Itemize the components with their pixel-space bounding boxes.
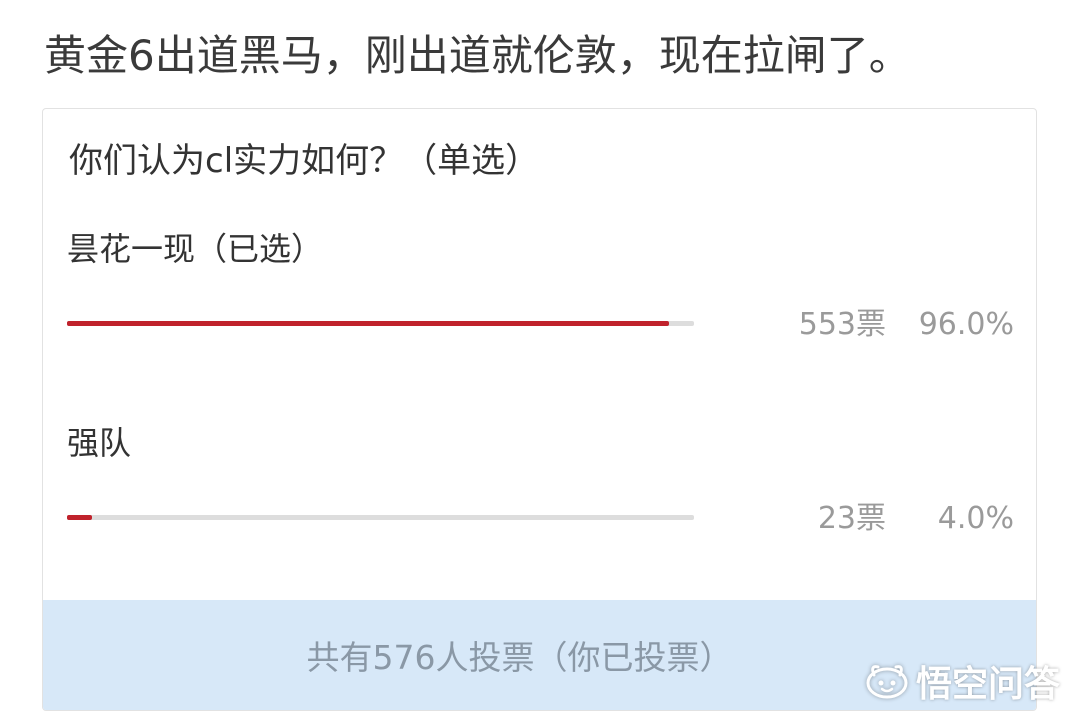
watermark-text: 悟空问答	[915, 664, 1060, 705]
poll-card: 你们认为cl实力如何？（单选） 昙花一现（已选） 553票 96.0% 强队 23…	[42, 108, 1037, 711]
poll-question: 你们认为cl实力如何？（单选）	[69, 141, 540, 181]
vote-percent: 96.0%	[918, 307, 1014, 342]
wukong-logo-icon	[866, 665, 908, 699]
poll-total-votes: 共有576人投票（你已投票）	[306, 638, 733, 677]
vote-bar-fill	[67, 515, 92, 520]
vote-stats: 23票 4.0%	[818, 499, 1014, 539]
poll-option-1[interactable]: 昙花一现（已选） 553票 96.0%	[43, 227, 1036, 397]
poll-option-2[interactable]: 强队 23票 4.0%	[43, 421, 1036, 591]
vote-bar-track	[67, 321, 694, 326]
vote-stats: 553票 96.0%	[799, 305, 1014, 345]
poll-option-label: 昙花一现（已选）	[67, 230, 324, 268]
vote-count: 553票	[798, 307, 886, 342]
post-title: 黄金6出道黑马，刚出道就伦敦，现在拉闸了。	[44, 31, 911, 80]
vote-count: 23票	[817, 501, 886, 536]
vote-bar-track	[67, 515, 694, 520]
vote-percent: 4.0%	[937, 501, 1014, 536]
poll-option-label: 强队	[67, 424, 132, 462]
vote-bar-fill	[67, 321, 669, 326]
watermark: 悟空问答	[864, 655, 1060, 707]
